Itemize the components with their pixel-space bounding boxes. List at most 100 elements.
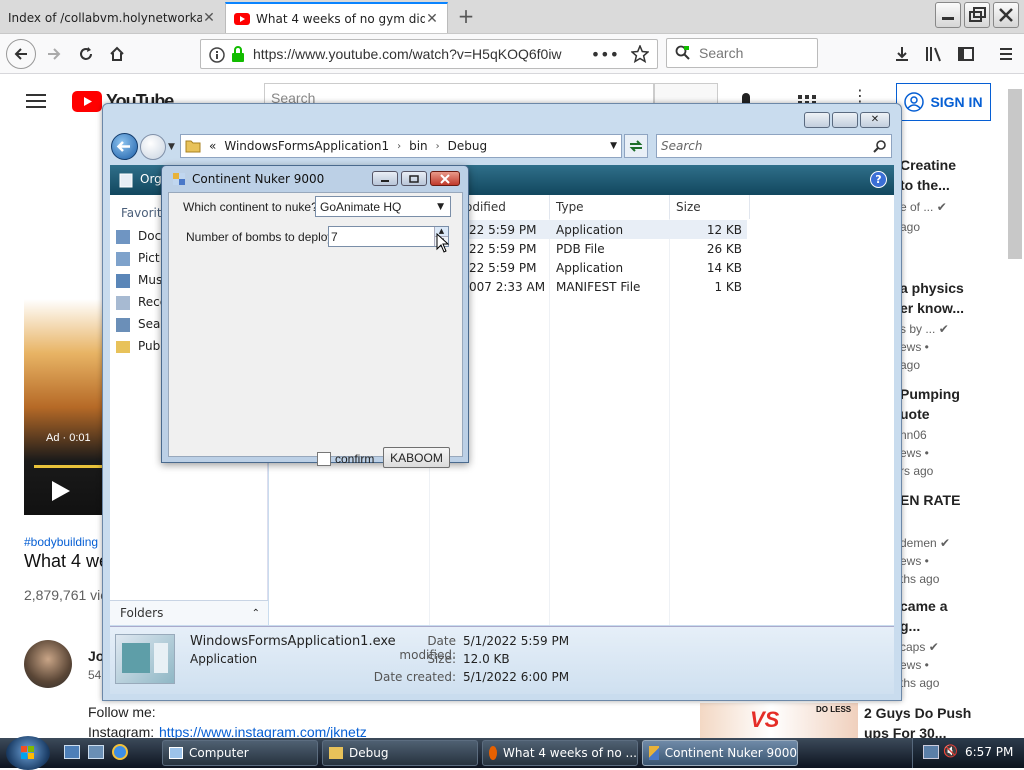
folder-icon [185, 139, 201, 153]
lock-icon[interactable] [231, 46, 245, 62]
downloads-button[interactable] [888, 40, 916, 68]
url-bar[interactable]: https://www.youtube.com/watch?v=H5qKOQ6f… [200, 39, 658, 69]
dialog-close-button[interactable] [430, 171, 460, 186]
guide-menu-icon[interactable] [26, 93, 46, 109]
explorer-details-pane: WindowsFormsApplication1.exe Application… [110, 626, 894, 694]
nav-item-label: Doc [138, 229, 162, 243]
breadcrumb-item[interactable]: Debug [448, 139, 487, 153]
recommendation-1[interactable]: Creatine to the... e of ... ✔ ago [900, 155, 1008, 237]
search-icon[interactable] [873, 139, 887, 153]
column-size[interactable]: Size [670, 195, 750, 219]
recommendation-3[interactable]: Pumping uote nn06 ews • rs ago [900, 384, 1008, 480]
explorer-search-input[interactable]: Search [656, 134, 892, 158]
minimize-window-button[interactable] [935, 2, 961, 28]
explorer-minimize-button[interactable] [804, 112, 830, 128]
switch-windows-icon[interactable] [88, 745, 104, 759]
volume-muted-icon[interactable]: 🔇 [943, 744, 958, 758]
details-file-type: Application [190, 652, 258, 666]
recommendation-5[interactable]: came a g... caps ✔ ews • ths ago [900, 596, 1008, 692]
help-icon[interactable]: ? [870, 171, 887, 188]
info-icon[interactable] [209, 47, 225, 63]
menu-button[interactable] [992, 40, 1020, 68]
explorer-maximize-button[interactable] [832, 112, 858, 128]
details-date-modified: 5/1/2022 5:59 PM [463, 634, 570, 648]
search-bar[interactable]: Search [666, 38, 818, 68]
video-player[interactable]: Ad · 0:01 [24, 155, 104, 515]
nav-item-pictures[interactable]: Pict [116, 251, 160, 266]
taskbar-item-firefox[interactable]: What 4 weeks of no ... [482, 740, 638, 766]
page-actions-icon[interactable]: ••• [591, 45, 619, 64]
organize-button[interactable]: Org [140, 172, 162, 186]
dialog-minimize-button[interactable] [372, 171, 398, 186]
nav-item-music[interactable]: Mus [116, 273, 162, 288]
column-type[interactable]: Type [550, 195, 670, 219]
breadcrumb-overflow[interactable]: « [209, 139, 216, 153]
reload-button[interactable] [72, 40, 100, 68]
channel-avatar[interactable] [24, 640, 72, 688]
network-icon[interactable] [923, 745, 939, 759]
show-desktop-icon[interactable] [64, 745, 80, 759]
back-button[interactable] [6, 39, 36, 69]
restore-window-button[interactable] [964, 2, 990, 28]
recommendation-6-thumbnail[interactable]: VS DO LESS [700, 703, 858, 738]
rec-meta: ews • [900, 554, 929, 568]
confirm-label[interactable]: confirm [335, 452, 374, 466]
details-size: 12.0 KB [463, 652, 510, 666]
more-options-icon[interactable]: ⋮ [852, 88, 868, 104]
breadcrumb-chevron-icon[interactable]: › [397, 141, 401, 152]
sign-in-button[interactable]: SIGN IN [896, 83, 991, 121]
recommendation-2[interactable]: a physics er know... s by ... ✔ ews • ag… [900, 278, 1008, 374]
row-type: MANIFEST File [556, 279, 641, 294]
close-window-button[interactable] [993, 2, 1019, 28]
taskbar-item-label: Continent Nuker 9000 [664, 746, 797, 760]
row-size: 26 KB [706, 241, 742, 256]
confirm-checkbox[interactable] [317, 452, 331, 466]
breadcrumb-chevron-icon[interactable]: › [436, 141, 440, 152]
breadcrumb-item[interactable]: WindowsFormsApplication1 [224, 139, 389, 153]
folders-toggle[interactable]: Folders ⌃ [110, 600, 268, 625]
taskbar-item-computer[interactable]: Computer [162, 740, 318, 766]
bookmark-star-icon[interactable] [631, 45, 649, 63]
nav-item-recent[interactable]: Rece [116, 295, 167, 310]
tab-youtube-video[interactable]: What 4 weeks of no gym did to ✕ [225, 2, 448, 33]
bombs-numeric-input[interactable]: 7 ▲ ▼ [328, 226, 449, 247]
close-tab-icon[interactable]: ✕ [202, 10, 216, 26]
rec-title-line2: er know... [900, 300, 965, 316]
file-preview-thumbnail [115, 634, 175, 684]
home-button[interactable] [103, 40, 131, 68]
sidebar-toggle-button[interactable] [952, 40, 980, 68]
rec-meta: e of ... [900, 200, 934, 214]
taskbar-item-debug[interactable]: Debug [322, 740, 478, 766]
start-button[interactable] [6, 736, 50, 770]
nav-item-searches[interactable]: Sear [116, 317, 165, 332]
nav-item-public[interactable]: Pub [116, 339, 160, 353]
new-tab-button[interactable]: + [456, 6, 476, 26]
continent-select[interactable]: GoAnimate HQ ▼ [315, 196, 451, 217]
address-dropdown-icon[interactable]: ▼ [610, 141, 617, 151]
explorer-forward-button[interactable] [140, 134, 166, 160]
page-scrollbar[interactable] [1008, 89, 1022, 259]
play-icon[interactable] [52, 481, 70, 501]
video-hashtag[interactable]: #bodybuilding [24, 535, 98, 549]
row-date: 007 2:33 AM [469, 279, 546, 294]
explorer-address-bar[interactable]: « WindowsFormsApplication1 › bin › Debug… [180, 134, 622, 158]
library-button[interactable] [920, 40, 948, 68]
recent-pages-dropdown[interactable]: ▼ [168, 142, 175, 152]
refresh-button[interactable] [624, 134, 648, 158]
chevron-down-icon[interactable]: ▼ [437, 202, 444, 212]
explorer-close-button[interactable]: ✕ [860, 112, 890, 128]
breadcrumb-item[interactable]: bin [409, 139, 428, 153]
tab-index-of[interactable]: Index of /collabvm.holynetworkadapt ✕ [0, 2, 224, 33]
taskbar-item-continent-nuker[interactable]: Continent Nuker 9000 [642, 740, 798, 766]
explorer-back-button[interactable] [111, 133, 138, 160]
clock[interactable]: 6:57 PM [965, 745, 1013, 759]
recommendation-6[interactable]: 2 Guys Do Push ups For 30... [864, 703, 1008, 743]
internet-explorer-icon[interactable] [112, 744, 128, 760]
kaboom-button[interactable]: KABOOM [383, 447, 450, 468]
dialog-maximize-button[interactable] [401, 171, 427, 186]
verified-icon: ✔ [928, 640, 939, 654]
recommendation-4[interactable]: EN RATE demen ✔ ews • ths ago [900, 490, 1008, 588]
forward-button[interactable] [40, 40, 68, 68]
close-tab-icon[interactable]: ✕ [425, 11, 439, 27]
nav-item-documents[interactable]: Doc [116, 229, 161, 244]
